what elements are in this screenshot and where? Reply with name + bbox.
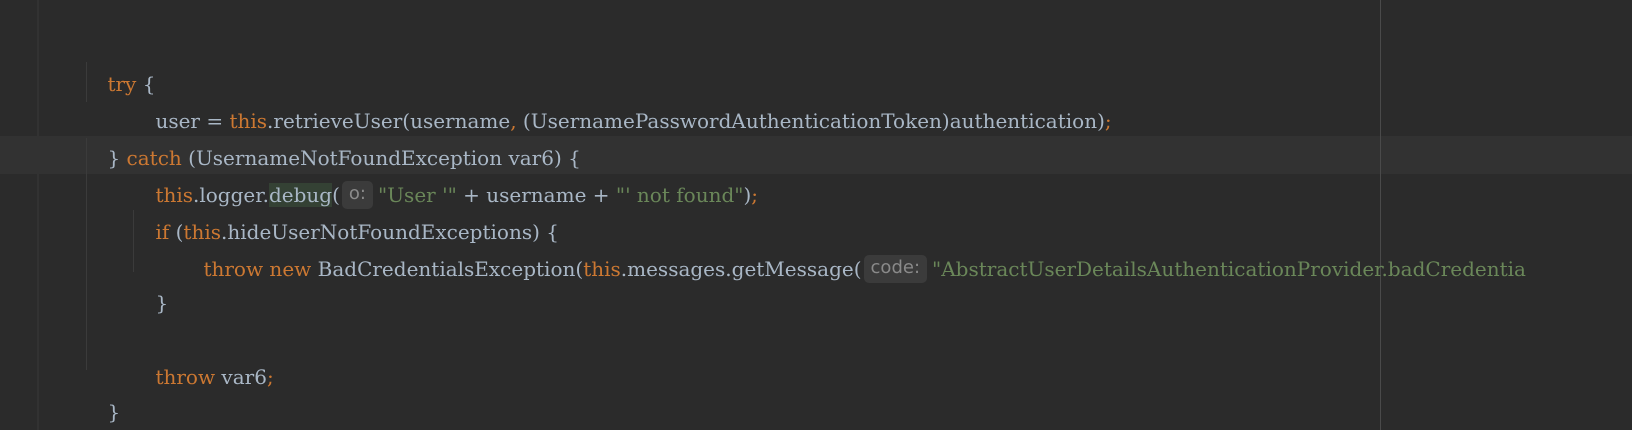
class-constructor: BadCredentialsException(	[311, 257, 584, 281]
code-editor[interactable]: try { user = this.retrieveUser(username,…	[0, 0, 1632, 430]
string-literal: "AbstractUserDetailsAuthenticationProvid…	[932, 257, 1526, 281]
code-line-5[interactable]: if (this.hideUserNotFoundExceptions) {	[130, 175, 559, 244]
close-brace: }	[107, 146, 127, 170]
gutter-divider	[37, 0, 39, 430]
code-line-7[interactable]: }	[130, 246, 168, 315]
code-line-1[interactable]: try {	[82, 27, 155, 96]
string-literal: "' not found"	[615, 183, 744, 207]
keyword-new: new	[263, 257, 312, 281]
method-call: .messages.getMessage(	[620, 257, 862, 281]
keyword-if: if	[155, 220, 170, 244]
code-line-4[interactable]: this.logger.debug(o: "User '" + username …	[130, 138, 758, 209]
code-line-9[interactable]: throw var6;	[130, 320, 273, 389]
code-line-2[interactable]: user = this.retrieveUser(username, (User…	[130, 64, 1111, 133]
keyword-this: this	[583, 257, 621, 281]
code-line-6[interactable]: throw new BadCredentialsException(this.m…	[178, 212, 1526, 283]
semicolon: ;	[751, 183, 759, 207]
semicolon: ;	[266, 365, 274, 389]
keyword-throw: throw	[155, 365, 216, 389]
close-brace: }	[107, 400, 121, 424]
semicolon: ;	[1104, 109, 1112, 133]
cast-expression: (UsernamePasswordAuthenticationToken)aut…	[516, 109, 1105, 133]
parameter-hint: code:	[863, 255, 928, 283]
variable: var6	[215, 365, 267, 389]
keyword-throw: throw	[203, 257, 264, 281]
code-line-10[interactable]: }	[82, 355, 120, 424]
code-line-3[interactable]: } catch (UsernameNotFoundException var6)…	[82, 101, 580, 170]
close-brace: }	[155, 291, 169, 315]
